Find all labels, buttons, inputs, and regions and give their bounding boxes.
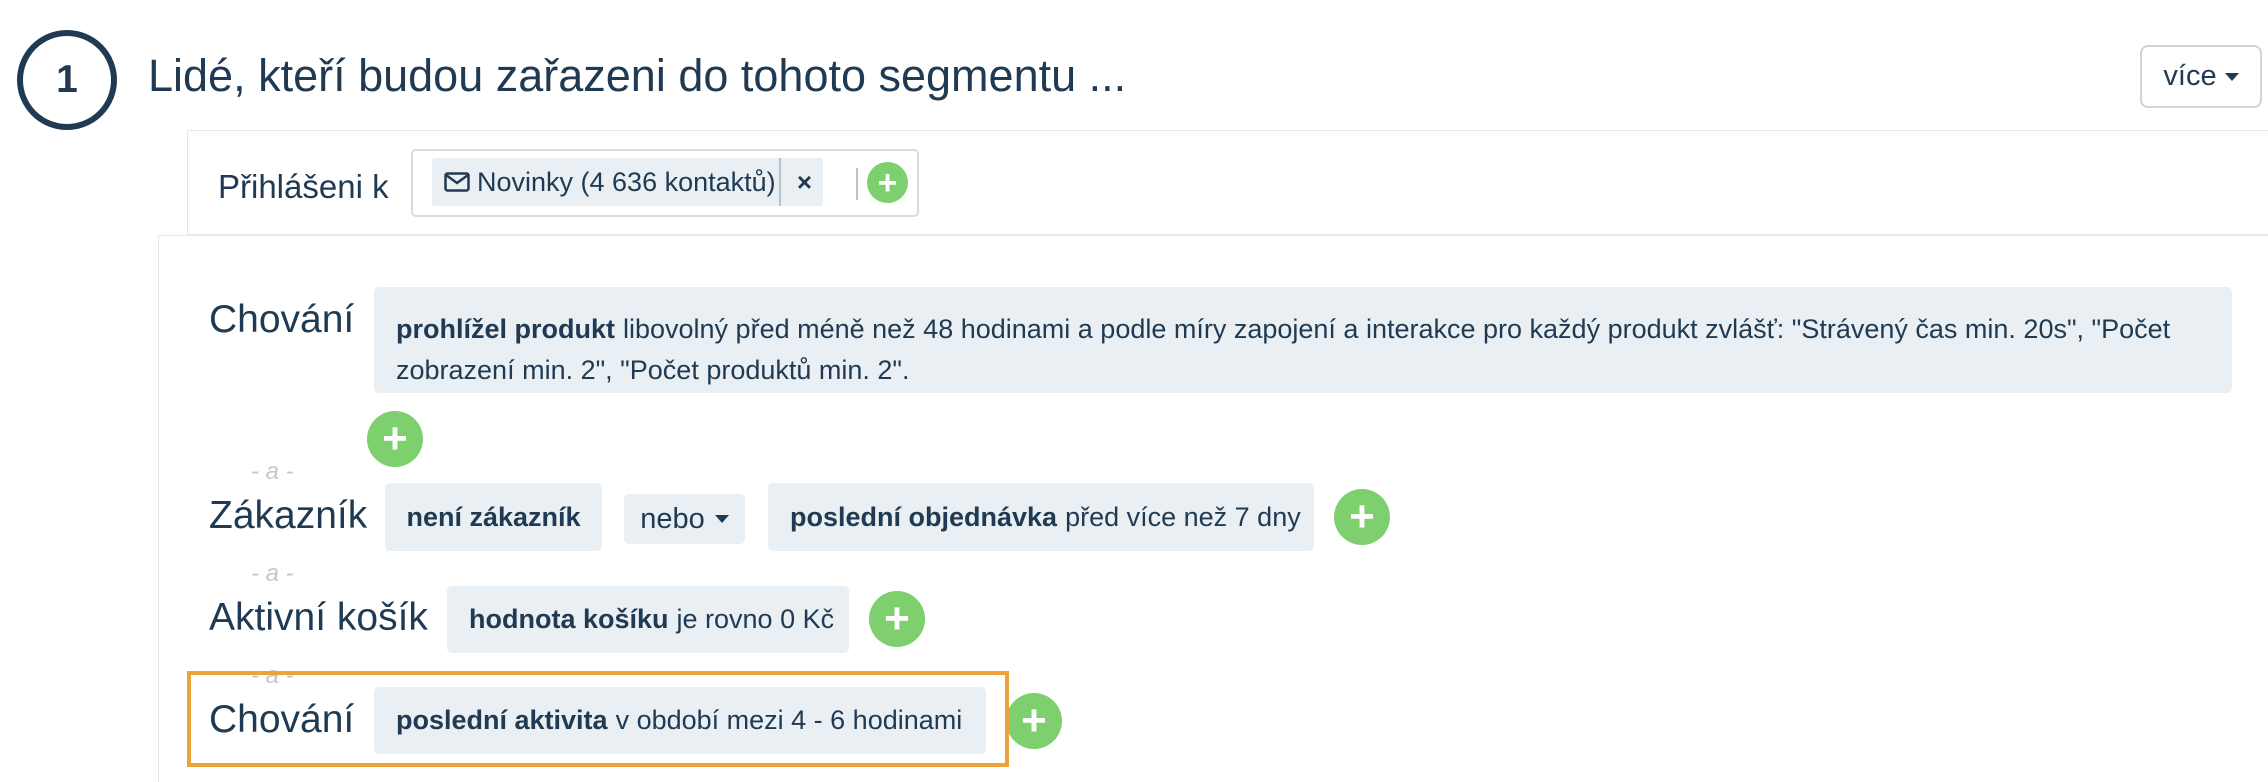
operator-select[interactable]: nebo bbox=[624, 494, 745, 544]
envelope-icon bbox=[444, 172, 470, 192]
add-condition-button[interactable]: + bbox=[869, 591, 925, 647]
condition-title: poslední objednávka bbox=[790, 501, 1058, 532]
and-separator: - a - bbox=[251, 458, 294, 485]
add-condition-button[interactable]: + bbox=[1334, 489, 1390, 545]
subscribed-label: Přihlášeni k bbox=[218, 168, 389, 205]
add-list-button[interactable]: + bbox=[867, 162, 908, 203]
condition-viewed-product[interactable]: prohlížel produkt libovolný před méně než… bbox=[374, 287, 2232, 393]
list-tag-newsletter: Novinky (4 636 kontaktů) × bbox=[432, 158, 823, 206]
and-separator: - a - bbox=[251, 560, 294, 587]
tag-divider bbox=[779, 158, 781, 206]
condition-title: prohlížel produkt bbox=[396, 314, 615, 344]
caret-down-icon bbox=[714, 515, 729, 523]
condition-detail: před více než 7 dny bbox=[1065, 501, 1301, 532]
field-divider bbox=[856, 168, 858, 200]
condition-cart-value[interactable]: hodnota košíku je rovno 0 Kč bbox=[447, 586, 849, 653]
step-number-badge: 1 bbox=[17, 30, 117, 130]
page-title: Lidé, kteří budou zařazeni do tohoto seg… bbox=[148, 50, 1127, 101]
condition-not-customer[interactable]: není zákazník bbox=[385, 483, 602, 551]
group-label-active-cart: Aktivní košík bbox=[209, 596, 428, 639]
more-button-label: více bbox=[2163, 60, 2217, 92]
remove-tag-icon[interactable]: × bbox=[786, 158, 823, 206]
caret-down-icon bbox=[2224, 72, 2239, 81]
add-condition-button[interactable]: + bbox=[367, 411, 423, 467]
group-label-customer: Zákazník bbox=[209, 494, 368, 537]
condition-title: hodnota košíku bbox=[469, 604, 669, 634]
condition-last-order[interactable]: poslední objednávka před více než 7 dny bbox=[768, 483, 1314, 551]
more-dropdown-button[interactable]: více bbox=[2140, 45, 2262, 108]
operator-label: nebo bbox=[640, 502, 705, 535]
condition-detail: je rovno 0 Kč bbox=[676, 604, 835, 634]
condition-detail: libovolný před méně než 48 hodinami a po… bbox=[396, 314, 2171, 385]
add-condition-button[interactable]: + bbox=[1006, 693, 1062, 749]
list-tag-label: Novinky (4 636 kontaktů) bbox=[477, 166, 776, 197]
highlight-frame bbox=[187, 671, 1009, 767]
group-label-behavior: Chování bbox=[209, 298, 355, 341]
condition-title: není zákazník bbox=[406, 501, 581, 532]
